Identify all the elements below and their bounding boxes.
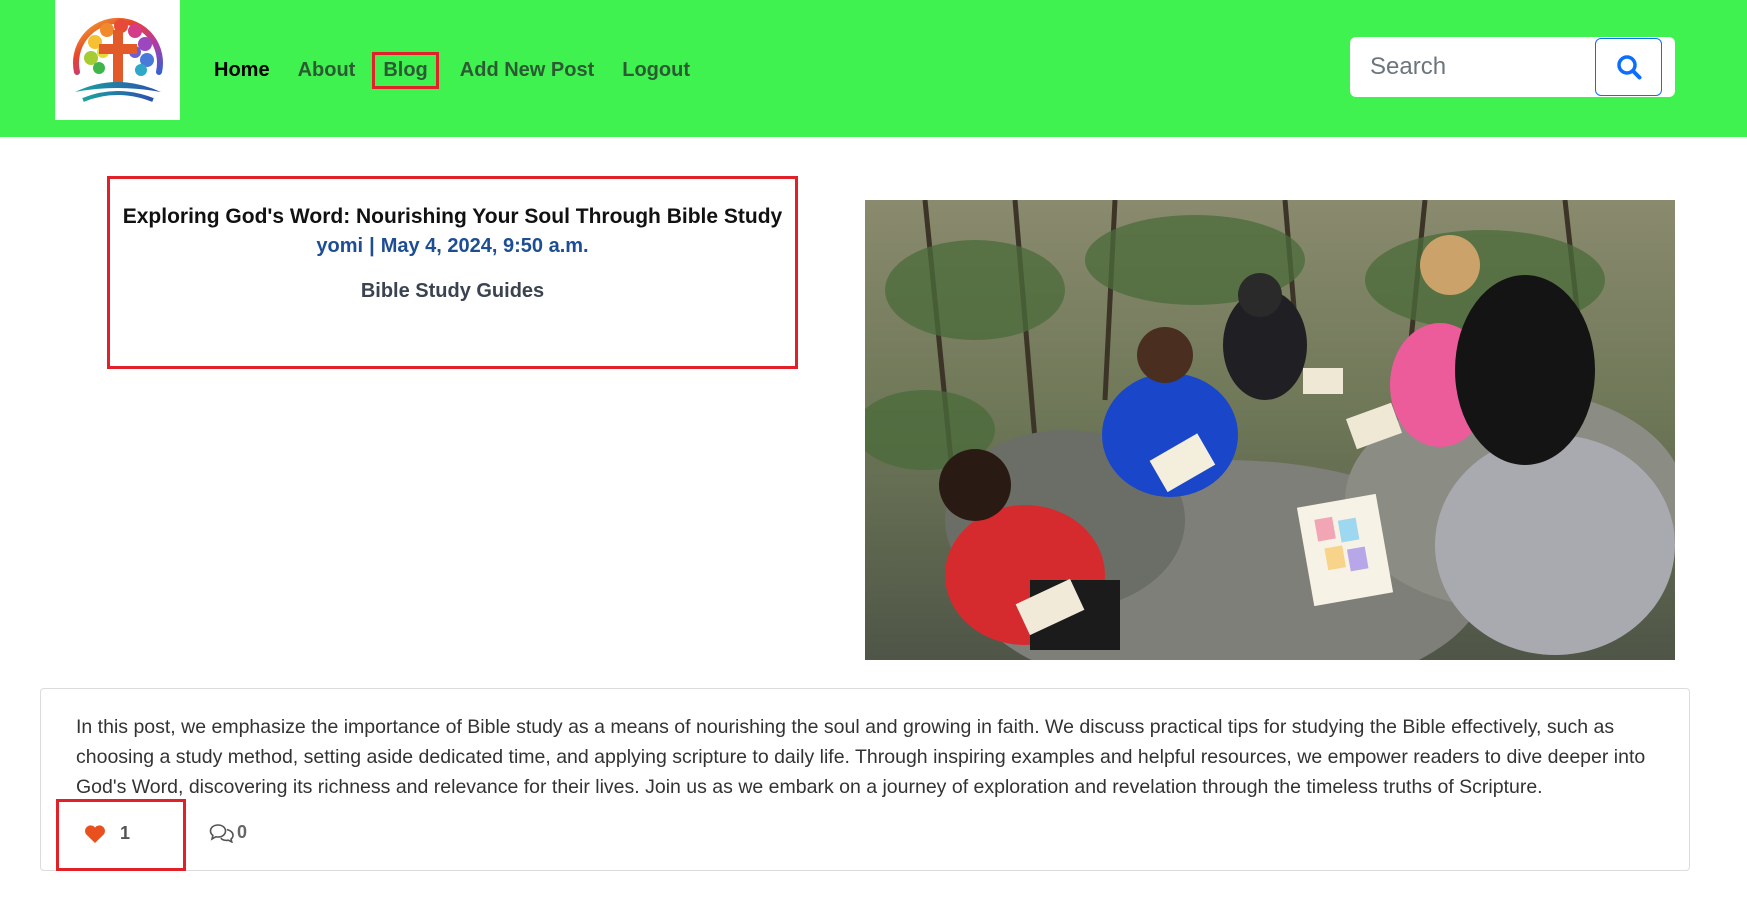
search-input[interactable] (1350, 38, 1590, 96)
post-body-card: In this post, we emphasize the importanc… (40, 688, 1690, 871)
comments-button[interactable]: 0 (209, 822, 247, 843)
post-image (865, 200, 1675, 660)
search-icon (1616, 55, 1641, 80)
nav-home[interactable]: Home (210, 55, 274, 86)
post-category[interactable]: Bible Study Guides (110, 280, 795, 303)
comments-icon (209, 823, 234, 843)
search-form (1350, 37, 1675, 97)
nav-logout[interactable]: Logout (618, 55, 694, 86)
comment-count: 0 (237, 822, 248, 842)
post-header: Exploring God's Word: Nourishing Your So… (107, 176, 798, 369)
nav-about[interactable]: About (294, 55, 360, 86)
heart-icon (85, 824, 105, 843)
like-highlight: 1 (56, 799, 186, 871)
bible-study-group-photo (865, 200, 1675, 660)
post-body: In this post, we emphasize the importanc… (76, 716, 1646, 798)
meta-separator: | (369, 235, 375, 257)
navbar: Home About Blog Add New Post Logout (0, 0, 1747, 137)
post-meta: yomi | May 4, 2024, 9:50 a.m. (110, 235, 795, 258)
site-logo[interactable] (55, 0, 180, 120)
like-count: 1 (120, 823, 131, 843)
nav-blog[interactable]: Blog (372, 51, 439, 89)
search-button[interactable] (1595, 38, 1662, 96)
post-title: Exploring God's Word: Nourishing Your So… (122, 205, 783, 228)
nav-add-new-post[interactable]: Add New Post (456, 55, 598, 86)
post-author[interactable]: yomi (316, 235, 363, 257)
main-nav: Home About Blog Add New Post Logout (210, 51, 714, 89)
cross-tree-logo-icon (73, 17, 163, 102)
like-button[interactable]: 1 (84, 823, 130, 844)
post-date: May 4, 2024, 9:50 a.m. (380, 235, 589, 257)
